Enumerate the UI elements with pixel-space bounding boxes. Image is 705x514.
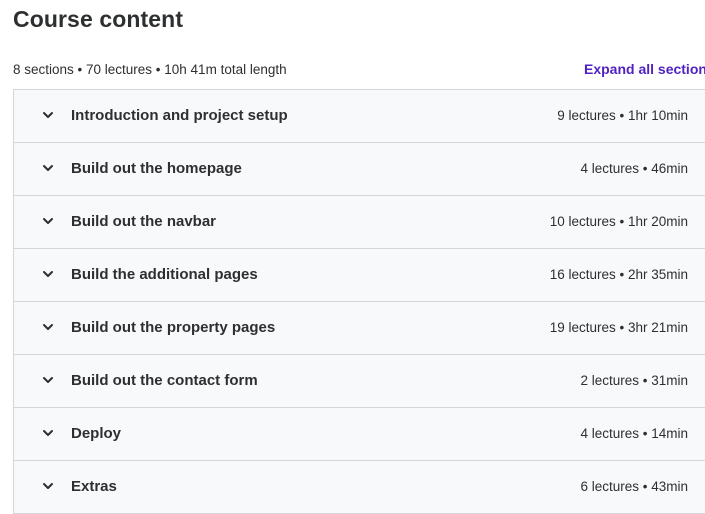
section-title: Build out the property pages <box>71 319 276 336</box>
section-meta: 4 lectures • 14min <box>580 426 688 441</box>
section-header[interactable]: Build out the property pages 19 lectures… <box>14 302 705 355</box>
chevron-down-icon <box>43 271 53 277</box>
section-header[interactable]: Build out the navbar 10 lectures • 1hr 2… <box>14 196 705 249</box>
section-header[interactable]: Deploy 4 lectures • 14min <box>14 408 705 461</box>
chevron-down-icon <box>43 430 53 436</box>
section-meta: 19 lectures • 3hr 21min <box>549 320 688 335</box>
page-title: Course content <box>13 6 184 32</box>
section-title: Extras <box>71 478 117 495</box>
section-meta: 2 lectures • 31min <box>580 373 688 388</box>
section-meta: 6 lectures • 43min <box>580 479 688 494</box>
section-header[interactable]: Build out the contact form 2 lectures • … <box>14 355 705 408</box>
section-title: Build the additional pages <box>71 266 258 283</box>
section-header[interactable]: Build the additional pages 16 lectures •… <box>14 249 705 302</box>
section-title: Build out the homepage <box>71 160 242 177</box>
section-meta: 16 lectures • 2hr 35min <box>549 267 688 282</box>
section-meta: 10 lectures • 1hr 20min <box>549 214 688 229</box>
course-sections-accordion: Introduction and project setup 9 lecture… <box>13 89 705 514</box>
section-title: Deploy <box>71 425 122 442</box>
chevron-down-icon <box>43 165 53 171</box>
course-summary-row: 8 sections • 70 lectures • 10h 41m total… <box>13 60 705 80</box>
course-summary: 8 sections • 70 lectures • 10h 41m total… <box>13 62 287 77</box>
chevron-down-icon <box>43 483 53 489</box>
section-header[interactable]: Build out the homepage 4 lectures • 46mi… <box>14 143 705 196</box>
section-title: Introduction and project setup <box>71 107 288 124</box>
expand-all-sections-button[interactable]: Expand all sections <box>584 61 705 77</box>
chevron-down-icon <box>43 377 53 383</box>
section-meta: 4 lectures • 46min <box>580 161 688 176</box>
chevron-down-icon <box>43 112 53 118</box>
section-header[interactable]: Extras 6 lectures • 43min <box>14 461 705 513</box>
chevron-down-icon <box>43 324 53 330</box>
section-meta: 9 lectures • 1hr 10min <box>557 108 688 123</box>
section-title: Build out the navbar <box>71 213 217 230</box>
section-header[interactable]: Introduction and project setup 9 lecture… <box>14 90 705 143</box>
section-title: Build out the contact form <box>71 372 258 389</box>
chevron-down-icon <box>43 218 53 224</box>
